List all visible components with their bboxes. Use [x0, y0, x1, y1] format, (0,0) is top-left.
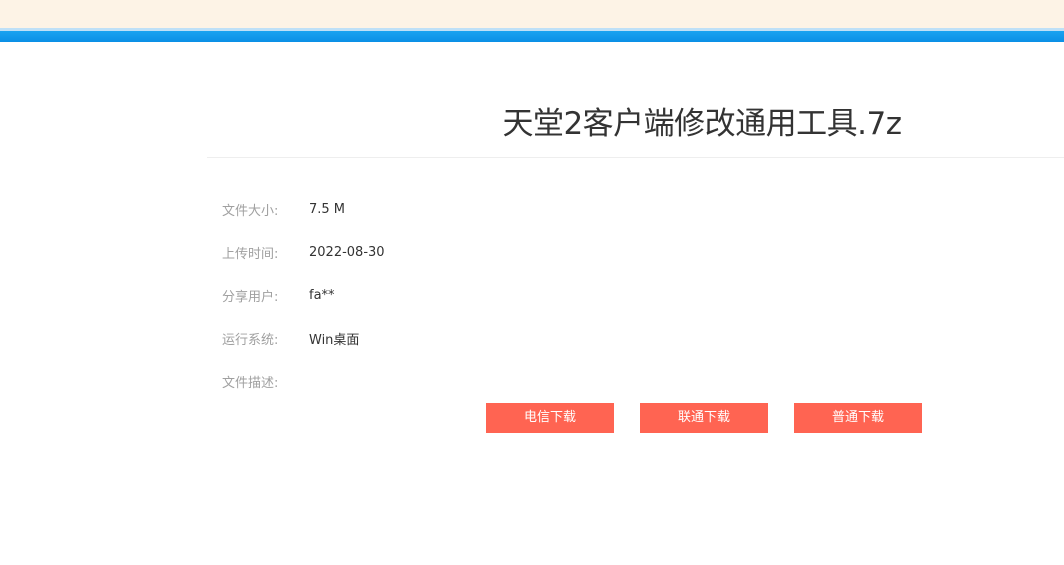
info-row-description: 文件描述:: [222, 371, 309, 391]
os-label: 运行系统:: [222, 332, 279, 348]
file-title: 天堂2客户端修改通用工具.7z: [502, 106, 902, 142]
unicom-download-button[interactable]: 联通下载: [640, 403, 768, 433]
file-size-label: 文件大小:: [222, 203, 279, 219]
header-blue-bar: [0, 28, 1064, 42]
share-user-value: fa**: [309, 287, 335, 303]
upload-time-value: 2022-08-30: [309, 244, 385, 260]
upload-time-label: 上传时间:: [222, 246, 279, 262]
info-row-share-user: 分享用户: fa**: [222, 285, 335, 305]
share-user-label: 分享用户:: [222, 289, 279, 305]
description-label: 文件描述:: [222, 375, 279, 391]
file-size-value: 7.5 M: [309, 201, 346, 217]
info-row-upload-time: 上传时间: 2022-08-30: [222, 242, 385, 262]
top-banner-strip: [0, 0, 1064, 28]
normal-download-button[interactable]: 普通下载: [794, 403, 922, 433]
telecom-download-button[interactable]: 电信下载: [486, 403, 614, 433]
info-row-file-size: 文件大小: 7.5 M: [222, 199, 345, 219]
title-divider: [207, 157, 1064, 158]
info-row-os: 运行系统: Win桌面: [222, 328, 359, 348]
os-value: Win桌面: [309, 332, 360, 348]
